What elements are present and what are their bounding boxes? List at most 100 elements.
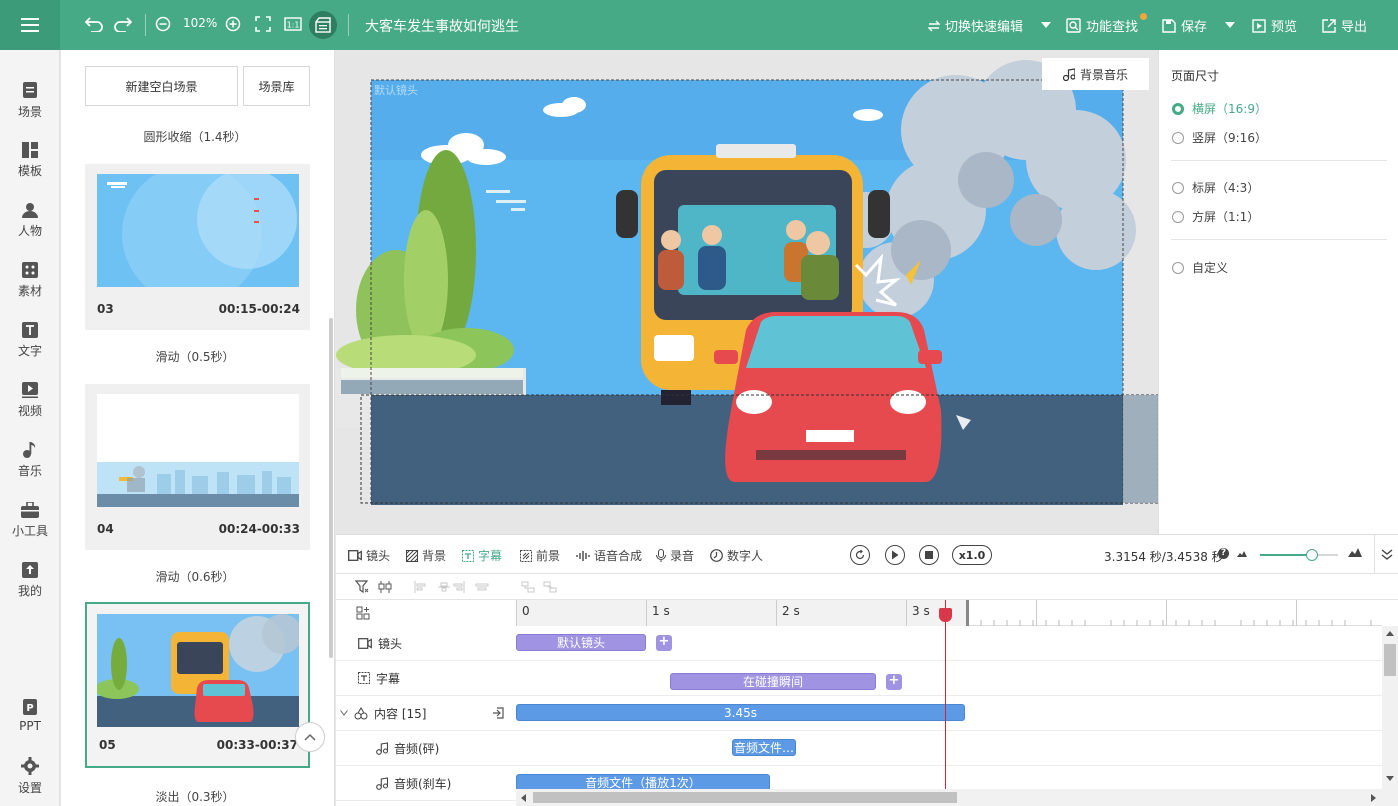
background-music-button[interactable]: 背景音乐 [1042, 58, 1149, 90]
track-area-content[interactable]: 3.45s [516, 696, 1382, 731]
sidebar-item-music[interactable]: 音乐 [0, 432, 60, 488]
tab-foreground[interactable]: 前景 [520, 547, 560, 564]
track-camera: 镜头 [336, 626, 516, 661]
ppt-icon: P [23, 699, 37, 715]
ruler-label: 0 [522, 604, 530, 618]
music-note-icon [376, 741, 388, 755]
tab-digital-human[interactable]: 数字人 [710, 547, 763, 564]
tab-background[interactable]: 背景 [406, 547, 446, 564]
export-icon [1322, 18, 1336, 33]
zoom-slider[interactable] [1260, 549, 1338, 561]
zoom-in-mountain-icon[interactable] [1348, 548, 1362, 557]
filter-icon[interactable] [355, 580, 369, 594]
add-camera-button[interactable]: + [656, 635, 672, 651]
clip-content[interactable]: 3.45s [516, 704, 965, 721]
scene-panel-scrollbar[interactable] [329, 318, 333, 658]
fullscreen-icon[interactable] [252, 13, 274, 35]
chevron-down-icon[interactable] [1035, 14, 1057, 36]
sidebar-item-text[interactable]: 文字 [0, 312, 60, 368]
tab-recording[interactable]: 录音 [656, 547, 694, 564]
timeline-horizontal-scrollbar[interactable] [516, 789, 1382, 806]
track-area-camera[interactable]: 默认镜头 + [516, 626, 1382, 661]
music-icon [23, 441, 36, 458]
zoom-out-mountain-icon[interactable] [1237, 551, 1247, 557]
menu-icon[interactable] [0, 0, 60, 50]
save-button[interactable]: 保存 [1162, 16, 1207, 35]
track-audio-bang: 音频(砰) [336, 731, 516, 766]
transition-label[interactable]: 淡出（0.3秒） [61, 788, 329, 805]
track-subtitle: 字幕 [336, 661, 516, 696]
track-area-audio-bang[interactable]: 音频文件… [516, 731, 1382, 766]
transition-label[interactable]: 滑动（0.6秒） [61, 568, 329, 585]
replay-button[interactable] [850, 545, 870, 565]
sidebar-item-settings[interactable]: 设置 [0, 748, 60, 804]
tab-speech-synthesis[interactable]: 语音合成 [576, 547, 642, 564]
zoom-slider-thumb[interactable] [1306, 549, 1318, 561]
transition-label[interactable]: 滑动（0.5秒） [61, 348, 329, 365]
scene-card-04[interactable]: 04 00:24-00:33 [85, 384, 310, 550]
scene-library-button[interactable]: 场景库 [243, 66, 310, 106]
scene-card-03[interactable]: 03 00:15-00:24 [85, 164, 310, 330]
chevron-down-icon [340, 710, 348, 716]
sidebar-item-scene[interactable]: 场景 [0, 72, 60, 128]
play-button[interactable] [885, 545, 905, 565]
radio-landscape-16-9[interactable]: 横屏（16:9） [1172, 100, 1267, 117]
find-feature-button[interactable]: 功能查找 [1066, 16, 1138, 35]
track-content: 内容 [15] [336, 696, 516, 731]
undo-icon[interactable] [83, 13, 105, 35]
new-blank-scene-button[interactable]: 新建空白场景 [85, 66, 238, 106]
swap-icon [928, 20, 940, 31]
scene-thumbnail [97, 394, 299, 507]
add-subtitle-button[interactable]: + [886, 674, 902, 690]
help-icon[interactable]: ? [1218, 548, 1229, 559]
radio-custom[interactable]: 自定义 [1172, 259, 1228, 276]
clip-subtitle[interactable]: 在碰撞瞬间 [670, 673, 876, 690]
sidebar-item-tools[interactable]: 小工具 [0, 492, 60, 548]
sidebar-item-mine[interactable]: 我的 [0, 552, 60, 608]
toolbox-icon [21, 501, 39, 518]
radio-portrait-9-16[interactable]: 竖屏（9:16） [1172, 129, 1267, 146]
timeline-toolbar: 镜头 背景 字幕 前景 语音合成 录音 数字人 x1.0 3.3154 秒/3.… [336, 534, 1398, 575]
scene-card-05[interactable]: 05 00:33-00:37 [85, 602, 325, 768]
zoom-in-icon[interactable] [222, 13, 244, 35]
gear-icon [21, 756, 39, 775]
timeline-body: 0 1 s 2 s 3 s 镜头 默认镜头 + 字幕 在碰撞瞬间 + 内容 [1… [336, 600, 1398, 806]
group-icon[interactable] [378, 580, 392, 594]
quick-edit-button[interactable]: 切换快速编辑 [928, 16, 1023, 35]
playhead[interactable] [939, 600, 952, 806]
scroll-up-button[interactable] [295, 722, 325, 752]
scene-time: 00:33-00:37 [216, 738, 298, 752]
radio-standard-4-3[interactable]: 标屏（4:3） [1172, 179, 1259, 196]
clip-default-camera[interactable]: 默认镜头 [516, 634, 646, 651]
playback-speed[interactable]: x1.0 [952, 545, 992, 565]
upload-icon [22, 561, 38, 578]
track-area-subtitle[interactable]: 在碰撞瞬间 + [516, 661, 1382, 696]
radio-square-1-1[interactable]: 方屏（1:1） [1172, 208, 1259, 225]
document-title: 大客车发生事故如何逃生 [365, 19, 519, 35]
zoom-out-icon[interactable] [152, 13, 174, 35]
transition-label[interactable]: 圆形收缩（1.4秒） [61, 128, 329, 145]
sidebar-item-character[interactable]: 人物 [0, 192, 60, 248]
preview-button[interactable]: 预览 [1252, 16, 1297, 35]
left-sidebar: 场景 模板 人物 素材 文字 视频 音乐 小工具 我的 P PPT 设置 [0, 50, 60, 806]
sidebar-item-video[interactable]: 视频 [0, 372, 60, 428]
stop-button[interactable] [919, 545, 939, 565]
tab-camera[interactable]: 镜头 [348, 547, 390, 564]
tab-subtitle[interactable]: 字幕 [462, 547, 502, 564]
save-dropdown-icon[interactable] [1219, 14, 1241, 36]
timeline-vertical-scrollbar[interactable] [1382, 626, 1398, 806]
scene-panel: 新建空白场景 场景库 圆形收缩（1.4秒） 03 00:15-00:24 滑动（… [61, 50, 335, 806]
collapse-timeline-icon[interactable] [1381, 549, 1393, 561]
enter-group-icon[interactable] [492, 707, 504, 719]
sidebar-item-ppt[interactable]: P PPT [0, 688, 60, 744]
clapboard-icon[interactable] [309, 11, 337, 39]
sidebar-item-material[interactable]: 素材 [0, 252, 60, 308]
sidebar-item-template[interactable]: 模板 [0, 132, 60, 188]
export-button[interactable]: 导出 [1322, 16, 1367, 35]
actual-size-icon[interactable]: 1:1 [282, 13, 304, 35]
add-track-icon[interactable] [356, 606, 370, 620]
clip-audio-bang[interactable]: 音频文件… [732, 739, 796, 756]
chevron-up-icon [304, 733, 316, 741]
scene-canvas[interactable] [336, 50, 1158, 534]
redo-icon[interactable] [112, 13, 134, 35]
